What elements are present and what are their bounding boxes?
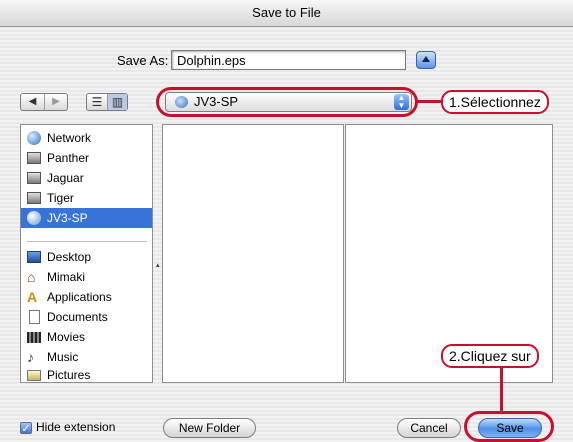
sidebar-item-label: JV3-SP bbox=[47, 211, 88, 225]
sidebar: Network Panther Jaguar Tiger JV3-SP Desk… bbox=[20, 124, 153, 383]
sidebar-item-label: Mimaki bbox=[47, 270, 85, 284]
hard-drive-icon bbox=[27, 172, 41, 184]
movies-icon bbox=[27, 332, 41, 343]
cancel-button[interactable]: Cancel bbox=[397, 418, 461, 438]
applications-icon: A bbox=[27, 289, 38, 305]
network-volume-icon bbox=[27, 211, 41, 225]
sidebar-resize-handle[interactable]: ▴ bbox=[156, 262, 161, 270]
view-mode-control: ☰ ▥ bbox=[86, 93, 128, 111]
music-icon: ♪ bbox=[27, 349, 34, 365]
callout-2-connector bbox=[500, 366, 503, 413]
dialog-title: Save to File bbox=[0, 0, 573, 27]
back-forward-control: ◀ ▶ bbox=[20, 93, 68, 111]
sidebar-item-label: Desktop bbox=[47, 250, 92, 264]
sidebar-divider bbox=[27, 241, 147, 242]
save-dialog: Save to File Save As: Dolphin.eps ◀ ▶ ☰ … bbox=[0, 0, 573, 442]
sidebar-item-desktop[interactable]: Desktop bbox=[21, 247, 152, 267]
sidebar-item-label: Documents bbox=[47, 310, 108, 324]
new-folder-button[interactable]: New Folder bbox=[163, 418, 256, 438]
sidebar-item-applications[interactable]: A Applications bbox=[21, 287, 152, 307]
browser-column-1[interactable] bbox=[162, 124, 344, 383]
sidebar-item-jaguar[interactable]: Jaguar bbox=[21, 168, 152, 188]
sidebar-item-label: Jaguar bbox=[47, 171, 84, 185]
back-button[interactable]: ◀ bbox=[21, 94, 45, 110]
sidebar-item-label: Network bbox=[47, 131, 92, 145]
sidebar-item-network[interactable]: Network bbox=[21, 128, 152, 148]
home-icon: ⌂ bbox=[27, 269, 36, 285]
callout-step-1: 1.Sélectionnez bbox=[441, 90, 549, 114]
hide-extension-checkbox[interactable]: ✓ bbox=[20, 422, 32, 435]
filename-input[interactable]: Dolphin.eps bbox=[171, 50, 406, 70]
sidebar-item-tiger[interactable]: Tiger bbox=[21, 188, 152, 208]
sidebar-item-label: Music bbox=[47, 350, 79, 364]
expand-dialog-button[interactable] bbox=[416, 51, 436, 69]
desktop-icon bbox=[27, 251, 41, 263]
network-globe-icon bbox=[27, 131, 41, 145]
pictures-icon bbox=[27, 370, 41, 381]
sidebar-item-panther[interactable]: Panther bbox=[21, 148, 152, 168]
documents-icon bbox=[29, 310, 40, 324]
save-highlight-ring bbox=[464, 411, 554, 442]
sidebar-item-label: Movies bbox=[47, 330, 86, 344]
sidebar-item-music[interactable]: ♪ Music bbox=[21, 347, 152, 367]
sidebar-item-documents[interactable]: Documents bbox=[21, 307, 152, 327]
hard-drive-icon bbox=[27, 152, 41, 164]
sidebar-item-movies[interactable]: Movies bbox=[21, 327, 152, 347]
column-view-button[interactable]: ▥ bbox=[108, 94, 127, 110]
sidebar-item-mimaki[interactable]: ⌂ Mimaki bbox=[21, 267, 152, 287]
hide-extension-label: Hide extension bbox=[36, 420, 116, 434]
hard-drive-icon bbox=[27, 192, 41, 204]
list-view-button[interactable]: ☰ bbox=[87, 94, 108, 110]
sidebar-item-label: Panther bbox=[47, 151, 90, 165]
location-highlight-ring bbox=[156, 87, 418, 117]
sidebar-item-jv3-sp[interactable]: JV3-SP bbox=[21, 208, 152, 228]
callout-step-2: 2.Cliquez sur bbox=[441, 344, 539, 368]
forward-button[interactable]: ▶ bbox=[45, 94, 67, 110]
sidebar-item-label: Applications bbox=[47, 290, 112, 304]
sidebar-item-pictures[interactable]: Pictures bbox=[21, 367, 152, 383]
sidebar-item-label: Tiger bbox=[47, 191, 74, 205]
save-as-label: Save As: bbox=[117, 53, 169, 68]
sidebar-item-label: Pictures bbox=[47, 368, 91, 382]
